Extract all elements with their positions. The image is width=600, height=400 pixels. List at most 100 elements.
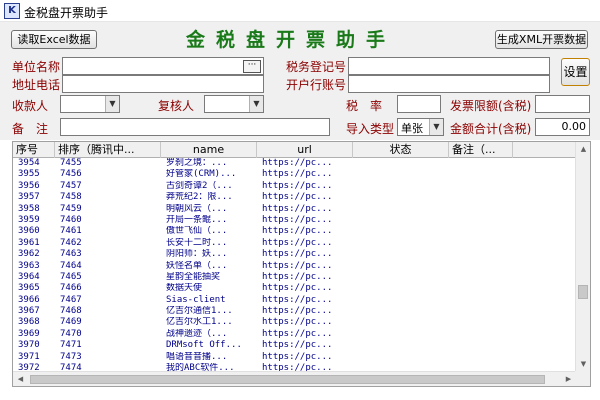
table-cell: 古剑奇谭2（... xyxy=(166,180,233,191)
table-cell: https://pc... xyxy=(262,306,333,317)
invoice-limit-field[interactable] xyxy=(535,95,590,113)
table-cell: https://pc... xyxy=(262,328,333,339)
vertical-scroll-thumb[interactable] xyxy=(578,285,588,299)
import-type-select[interactable]: 单张 ▼ xyxy=(397,118,444,136)
column-header-index[interactable]: 序号 xyxy=(13,142,55,158)
table-cell: 3958 xyxy=(18,203,40,214)
table-cell: https://pc... xyxy=(262,294,333,305)
table-row[interactable]: 3960 7461 傲世飞仙（... https://pc... xyxy=(13,226,576,237)
address-phone-field[interactable] xyxy=(62,75,264,93)
column-header-remark[interactable]: 备注（... xyxy=(449,142,513,158)
column-header-name[interactable]: name xyxy=(161,142,257,158)
remark-field[interactable] xyxy=(60,118,330,136)
table-cell: https://pc... xyxy=(262,249,333,260)
bank-account-field[interactable] xyxy=(348,75,550,93)
table-row[interactable]: 3969 7470 战神遗迹（... https://pc... xyxy=(13,329,576,340)
table-cell: 3957 xyxy=(18,192,40,203)
table-cell: 3954 xyxy=(18,158,40,168)
scroll-left-icon[interactable]: ◀ xyxy=(13,372,28,386)
table-row[interactable]: 3959 7460 开局一条鲲... https://pc... xyxy=(13,215,576,226)
reviewer-select[interactable]: ▼ xyxy=(204,95,264,113)
tax-rate-label: 税 率 xyxy=(346,99,383,113)
table-cell: https://pc... xyxy=(262,192,333,203)
form-panel: 读取Excel数据 金税盘开票助手 生成XML开票数据 单位名称 ··· 税务登… xyxy=(0,22,600,140)
table-cell: https://pc... xyxy=(262,271,333,282)
chevron-down-icon: ▼ xyxy=(249,96,263,112)
table-row[interactable]: 3956 7457 古剑奇谭2（... https://pc... xyxy=(13,181,576,192)
column-header-status[interactable]: 状态 xyxy=(353,142,449,158)
table-cell: 3962 xyxy=(18,249,40,260)
table-row[interactable]: 3971 7473 唱语音音播... https://pc... xyxy=(13,352,576,363)
table-cell: 3960 xyxy=(18,226,40,237)
payee-select[interactable]: ▼ xyxy=(60,95,120,113)
table-row[interactable]: 3965 7466 数据天使 https://pc... xyxy=(13,283,576,294)
table-row[interactable]: 3957 7458 莽荒纪2：限... https://pc... xyxy=(13,192,576,203)
chevron-down-icon: ▼ xyxy=(429,119,443,135)
table-row[interactable]: 3967 7468 亿吉尔通信1... https://pc... xyxy=(13,306,576,317)
table-row[interactable]: 3955 7456 好管家(CRM)... https://pc... xyxy=(13,169,576,180)
table-cell: 7466 xyxy=(60,283,82,294)
table-cell: 开局一条鲲... xyxy=(166,214,228,225)
column-header-sort[interactable]: 排序（腾讯中... xyxy=(55,142,161,158)
browse-button[interactable]: ··· xyxy=(243,60,261,73)
table-row[interactable]: 3968 7469 亿吉尔水工1... https://pc... xyxy=(13,317,576,328)
table-cell: https://pc... xyxy=(262,180,333,191)
table-cell: https://pc... xyxy=(262,340,333,351)
table-cell: 7461 xyxy=(60,226,82,237)
table-row[interactable]: 3954 7455 罗刹之境：... https://pc... xyxy=(13,158,576,169)
scroll-up-icon[interactable]: ▲ xyxy=(576,142,590,157)
company-name-field[interactable] xyxy=(62,57,264,75)
data-grid[interactable]: 序号 排序（腾讯中... name url 状态 备注（... 3954 7455… xyxy=(12,141,591,387)
generate-xml-button[interactable]: 生成XML开票数据 xyxy=(495,30,588,49)
table-cell: 7460 xyxy=(60,214,82,225)
table-cell: DRMsoft Off... xyxy=(166,340,242,351)
table-cell: 唱语音音播... xyxy=(166,351,228,362)
tax-rate-field[interactable] xyxy=(397,95,441,113)
import-type-value: 单张 xyxy=(401,122,423,135)
settings-button[interactable]: 设置 xyxy=(561,58,590,86)
table-cell: 7468 xyxy=(60,306,82,317)
table-cell: https://pc... xyxy=(262,283,333,294)
table-row[interactable]: 3961 7462 长安十二时... https://pc... xyxy=(13,238,576,249)
table-cell: 3966 xyxy=(18,294,40,305)
table-row[interactable]: 3966 7467 Sias-client https://pc... xyxy=(13,295,576,306)
table-cell: 3964 xyxy=(18,271,40,282)
table-cell: 7465 xyxy=(60,271,82,282)
table-row[interactable]: 3964 7465 星韵全能抽奖 https://pc... xyxy=(13,272,576,283)
table-cell: https://pc... xyxy=(262,214,333,225)
chevron-down-icon: ▼ xyxy=(105,96,119,112)
table-cell: 傲世飞仙（... xyxy=(166,226,228,237)
scroll-down-icon[interactable]: ▼ xyxy=(576,357,590,372)
table-row[interactable]: 3970 7471 DRMsoft Off... https://pc... xyxy=(13,340,576,351)
company-name-label: 单位名称 xyxy=(12,60,61,74)
table-row[interactable]: 3963 7464 妖怪名单（... https://pc... xyxy=(13,261,576,272)
table-cell: https://pc... xyxy=(262,169,333,180)
scroll-right-icon[interactable]: ▶ xyxy=(561,372,576,386)
bank-account-label: 开户行账号 xyxy=(286,78,347,92)
table-row[interactable]: 3962 7463 阴阳师：妖... https://pc... xyxy=(13,249,576,260)
total-field[interactable]: 0.00 xyxy=(535,118,590,136)
read-excel-button[interactable]: 读取Excel数据 xyxy=(11,30,97,49)
column-header-filler xyxy=(513,142,576,158)
vertical-scrollbar[interactable]: ▲ ▼ xyxy=(575,142,590,372)
table-cell: 亿吉尔通信1... xyxy=(166,306,233,317)
app-heading: 金税盘开票助手 xyxy=(186,29,397,51)
horizontal-scrollbar[interactable]: ◀ ▶ xyxy=(13,371,576,386)
table-cell: 3956 xyxy=(18,180,40,191)
tax-id-field[interactable] xyxy=(348,57,550,75)
table-cell: 7473 xyxy=(60,351,82,362)
table-row[interactable]: 3958 7459 明朝风云（... https://pc... xyxy=(13,204,576,215)
table-cell: https://pc... xyxy=(262,237,333,248)
table-cell: Sias-client xyxy=(166,294,226,305)
table-cell: 3969 xyxy=(18,328,40,339)
table-cell: 7471 xyxy=(60,340,82,351)
table-cell: 7463 xyxy=(60,249,82,260)
column-header-url[interactable]: url xyxy=(257,142,353,158)
table-cell: https://pc... xyxy=(262,203,333,214)
table-cell: 3971 xyxy=(18,351,40,362)
import-type-label: 导入类型 xyxy=(346,122,395,136)
table-cell: 7462 xyxy=(60,237,82,248)
table-cell: https://pc... xyxy=(262,351,333,362)
k-app-icon: K xyxy=(4,3,20,19)
horizontal-scroll-thumb[interactable] xyxy=(30,375,545,384)
